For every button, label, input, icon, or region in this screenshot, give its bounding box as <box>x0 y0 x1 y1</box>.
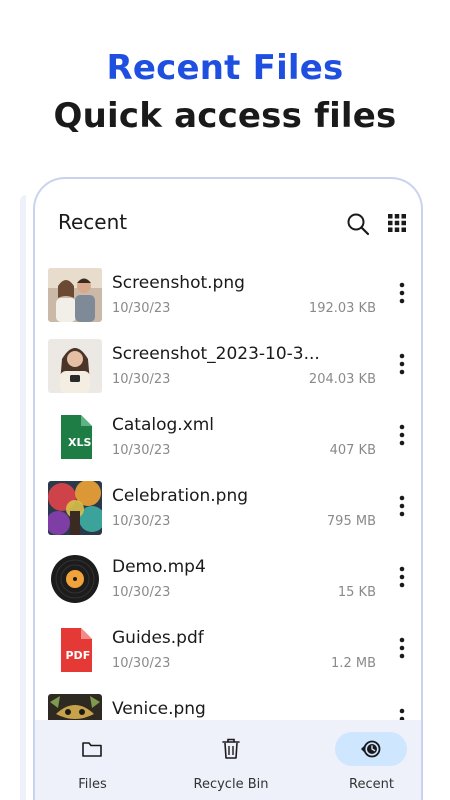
file-date: 10/30/23 <box>112 372 171 387</box>
more-options-icon[interactable] <box>397 281 407 305</box>
nav-active-indicator <box>335 732 407 766</box>
photo-thumbnail <box>48 481 102 535</box>
nav-label-files: Files <box>78 777 107 792</box>
more-options-icon[interactable] <box>397 352 407 376</box>
bottom-navigation: Files Recycle Bin Recent <box>35 720 421 800</box>
nav-label-recent: Recent <box>349 777 394 792</box>
more-options-icon[interactable] <box>397 636 407 660</box>
more-options-icon[interactable] <box>397 565 407 589</box>
file-date: 10/30/23 <box>112 585 171 600</box>
photo-thumbnail <box>48 268 102 322</box>
trash-icon <box>222 738 240 759</box>
file-size: 795 MB <box>326 514 376 529</box>
vinyl-video-icon <box>51 555 99 603</box>
phone-frame: Recent Screenshot.png 10/30/23 192.03 KB… <box>33 177 423 800</box>
folder-icon <box>82 742 102 757</box>
file-size: 15 KB <box>337 585 376 600</box>
photo-thumbnail <box>48 339 102 393</box>
nav-item-recent[interactable]: Recent <box>314 720 421 800</box>
file-name: Catalog.xml <box>112 415 215 435</box>
pdf-label: PDF <box>66 649 91 662</box>
file-name: Demo.mp4 <box>112 557 206 577</box>
hero-subtitle: Quick access files <box>53 96 397 136</box>
nav-item-recycle-bin[interactable]: Recycle Bin <box>171 720 291 800</box>
pdf-file-icon: PDF <box>61 628 92 672</box>
file-date: 10/30/23 <box>112 514 171 529</box>
nav-label-recycle-bin: Recycle Bin <box>193 777 269 792</box>
nav-icon-container <box>69 732 115 766</box>
file-row-screenshot[interactable]: Screenshot.png 10/30/23 192.03 KB <box>35 263 421 334</box>
phone-frame-shadow <box>20 195 26 800</box>
file-row-guides[interactable]: PDF Guides.pdf 10/30/23 1.2 MB <box>35 618 421 689</box>
xls-file-icon: XLS <box>61 415 92 459</box>
recent-file-list: Screenshot.png 10/30/23 192.03 KB Screen… <box>35 263 421 760</box>
page-title: Recent <box>58 210 128 234</box>
nav-icon-container <box>208 732 254 766</box>
nav-item-files[interactable]: Files <box>35 720 150 800</box>
file-name: Venice.png <box>112 699 206 719</box>
file-date: 10/30/23 <box>112 656 171 671</box>
file-name: Screenshot.png <box>112 273 245 293</box>
xls-label: XLS <box>68 436 91 449</box>
file-size: 192.03 KB <box>308 301 376 316</box>
file-row-demo[interactable]: Demo.mp4 10/30/23 15 KB <box>35 547 421 618</box>
file-date: 10/30/23 <box>112 301 171 316</box>
file-row-celebration[interactable]: Celebration.png 10/30/23 795 MB <box>35 476 421 547</box>
file-size: 407 KB <box>329 443 376 458</box>
app-header: Recent <box>35 179 421 263</box>
hero-title: Recent Files <box>106 48 344 88</box>
file-size: 204.03 KB <box>308 372 376 387</box>
file-name: Guides.pdf <box>112 628 204 648</box>
file-size: 1.2 MB <box>331 656 376 671</box>
search-icon[interactable] <box>346 212 370 236</box>
more-options-icon[interactable] <box>397 494 407 518</box>
grid-view-icon[interactable] <box>387 213 407 233</box>
history-icon <box>361 740 381 758</box>
file-name: Celebration.png <box>112 486 249 506</box>
file-row-screenshot-2023[interactable]: Screenshot_2023-10-3... 10/30/23 204.03 … <box>35 334 421 405</box>
file-date: 10/30/23 <box>112 443 171 458</box>
more-options-icon[interactable] <box>397 423 407 447</box>
file-row-catalog[interactable]: XLS Catalog.xml 10/30/23 407 KB <box>35 405 421 476</box>
file-name: Screenshot_2023-10-3... <box>112 344 320 364</box>
screen: Recent Files Quick access files Recent S… <box>0 0 450 800</box>
